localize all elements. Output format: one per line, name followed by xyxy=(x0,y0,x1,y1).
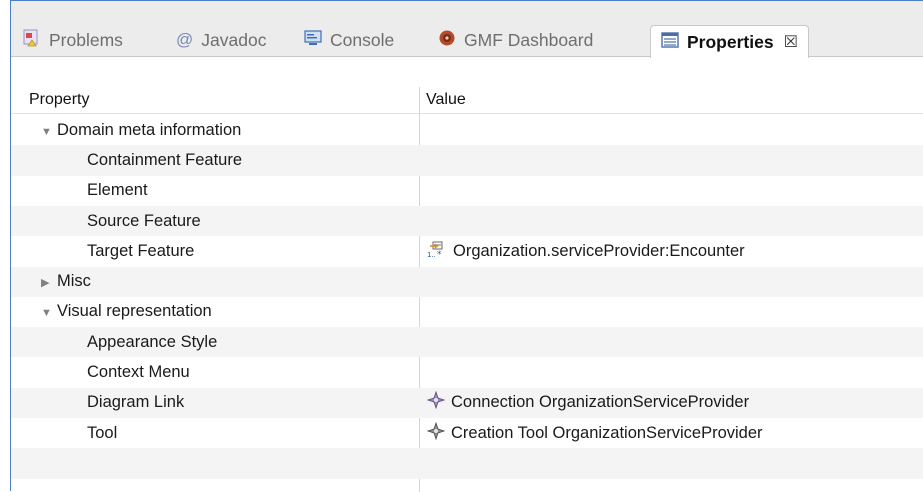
table-row-tool[interactable]: Tool Creation Tool OrganizationServicePr… xyxy=(11,418,923,448)
connection-diamond-icon xyxy=(426,391,446,414)
table-row-appearance-style[interactable]: Appearance Style xyxy=(11,327,923,358)
row-label: Tool xyxy=(87,423,118,442)
expanded-triangle-icon[interactable]: ▼ xyxy=(41,307,53,319)
row-value: Creation Tool OrganizationServiceProvide… xyxy=(451,423,763,442)
row-label: Element xyxy=(87,181,148,200)
tree-row-visual-representation[interactable]: ▼ Visual representation xyxy=(11,297,923,327)
row-label: Diagram Link xyxy=(87,393,185,412)
row-label: Target Feature xyxy=(87,241,195,260)
row-label: Misc xyxy=(57,272,91,291)
table-row-element[interactable]: Element xyxy=(11,176,923,206)
tab-console-label: Console xyxy=(330,29,395,50)
table-row-empty xyxy=(11,448,923,479)
table-row-diagram-link[interactable]: Diagram Link Connection OrganizationServ… xyxy=(11,387,923,418)
properties-table-icon xyxy=(661,31,679,53)
reference-feature-icon: 1.. * xyxy=(427,240,447,263)
expanded-triangle-icon[interactable]: ▼ xyxy=(41,126,53,138)
tree-row-misc[interactable]: ▶ Misc xyxy=(11,266,923,297)
tab-gmf-dashboard-label: GMF Dashboard xyxy=(464,29,594,50)
row-label: Visual representation xyxy=(57,302,212,321)
row-label: Appearance Style xyxy=(87,332,218,351)
collapsed-triangle-icon[interactable]: ▶ xyxy=(41,276,53,289)
tab-console[interactable]: Console xyxy=(304,23,394,57)
row-label: Domain meta information xyxy=(57,120,242,139)
tab-problems[interactable]: Problems xyxy=(23,23,123,57)
table-row-containment-feature[interactable]: Containment Feature xyxy=(11,145,923,176)
tab-properties-label: Properties xyxy=(687,31,774,52)
column-header-property[interactable]: Property xyxy=(29,91,89,109)
row-label: Context Menu xyxy=(87,363,190,382)
console-icon xyxy=(304,29,322,52)
table-row-context-menu[interactable]: Context Menu xyxy=(11,357,923,387)
table-header: Property Value xyxy=(11,87,923,114)
tab-problems-label: Problems xyxy=(49,29,123,50)
tab-properties[interactable]: Properties ☒ xyxy=(650,25,809,58)
table-row-source-feature[interactable]: Source Feature xyxy=(11,205,923,237)
tree-row-domain-meta-information[interactable]: ▼ Domain meta information xyxy=(11,115,923,145)
properties-view: Problems @ Javadoc Console GMF Dashboard… xyxy=(10,0,923,492)
row-value: Connection OrganizationServiceProvider xyxy=(451,393,750,412)
tab-gmf-dashboard[interactable]: GMF Dashboard xyxy=(438,23,593,57)
close-icon[interactable]: ☒ xyxy=(784,32,798,52)
view-tab-bar: Problems @ Javadoc Console GMF Dashboard… xyxy=(11,1,923,58)
row-label: Source Feature xyxy=(87,211,201,230)
problems-icon xyxy=(23,29,41,52)
at-sign-icon: @ xyxy=(176,30,194,49)
tool-diamond-icon xyxy=(426,421,446,445)
row-value: Organization.serviceProvider:Encounter xyxy=(453,241,745,260)
svg-text:1..: 1.. xyxy=(427,251,436,258)
dashboard-icon xyxy=(438,29,456,52)
tab-javadoc-label: Javadoc xyxy=(201,29,267,50)
row-label: Containment Feature xyxy=(87,150,243,169)
column-header-value[interactable]: Value xyxy=(426,91,466,109)
table-row-target-feature[interactable]: Target Feature 1.. * Organization.servic… xyxy=(11,236,923,266)
tab-javadoc[interactable]: @ Javadoc xyxy=(176,23,266,57)
svg-text:*: * xyxy=(437,250,442,258)
